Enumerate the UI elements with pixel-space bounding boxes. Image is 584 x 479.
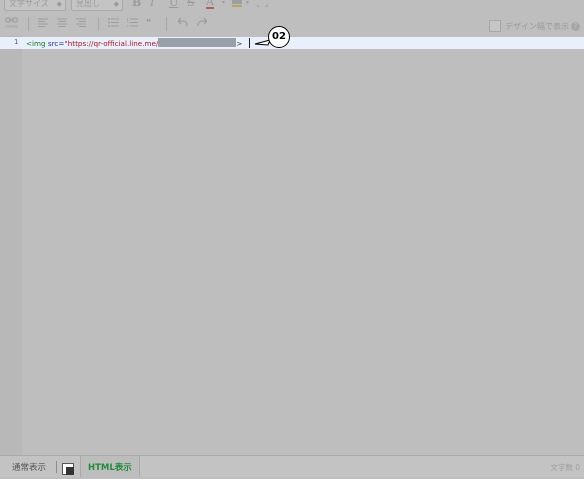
font-color-button[interactable]: A	[206, 0, 214, 9]
link-icon[interactable]	[5, 16, 19, 34]
italic-button[interactable]: I	[150, 0, 154, 9]
strikethrough-button[interactable]: S	[187, 0, 195, 9]
numbered-list-icon[interactable]	[127, 18, 138, 31]
undo-icon[interactable]	[177, 17, 188, 31]
annotation-callout: 02	[268, 26, 290, 48]
align-right-icon[interactable]	[76, 18, 86, 31]
align-center-icon[interactable]	[57, 18, 67, 31]
toolbar-divider	[28, 17, 29, 31]
underline-button[interactable]: U	[169, 0, 178, 9]
character-count: 文字数 0	[550, 463, 580, 472]
line-number-gutter	[0, 36, 22, 455]
footer-divider	[56, 461, 57, 473]
help-icon[interactable]: ?	[571, 21, 580, 31]
heading-select[interactable]: 見出し ◆	[71, 0, 123, 11]
bullet-list-icon[interactable]	[108, 18, 119, 31]
font-color-dropdown-icon[interactable]: ▾	[222, 0, 225, 9]
view-toggle-icon[interactable]	[62, 460, 74, 475]
align-left-icon[interactable]	[38, 18, 48, 31]
font-size-select-value: 文字サイズ	[9, 0, 49, 8]
line-number: 1	[14, 38, 19, 46]
design-width-toggle[interactable]: デザイン幅で表示 ?	[489, 19, 580, 33]
tab-normal-view[interactable]: 通常表示	[12, 461, 46, 473]
design-width-label: デザイン幅で表示	[505, 21, 569, 31]
code-string: "https://qr-official.line.me/	[64, 39, 159, 48]
fullscreen-icon[interactable]	[256, 0, 269, 11]
code-tag-close: >	[236, 39, 243, 48]
toolbar-row-format: 文字サイズ ◆ 見出し ◆ B I U S A ▾ ▾	[0, 0, 584, 13]
design-width-checkbox[interactable]	[489, 20, 501, 32]
highlight-color-button[interactable]	[232, 0, 242, 7]
redo-icon[interactable]	[197, 17, 208, 31]
text-cursor	[249, 38, 250, 48]
code-tag-open: <img	[26, 39, 46, 48]
editor-footer: 通常表示 HTML表示 文字数 0	[0, 455, 584, 477]
toolbar-divider	[98, 17, 99, 31]
redacted-block	[158, 38, 237, 47]
heading-select-value: 見出し	[76, 0, 100, 8]
toolbar-row-paragraph: ❝ デザイン幅で表示 ?	[0, 14, 584, 36]
bold-button[interactable]: B	[132, 0, 141, 9]
highlight-dropdown-icon[interactable]: ▾	[246, 0, 249, 9]
tab-html-label: HTML表示	[88, 463, 132, 473]
font-size-select[interactable]: 文字サイズ ◆	[4, 0, 66, 11]
toolbar-divider	[166, 17, 167, 31]
chevron-updown-icon: ◆	[113, 0, 119, 8]
tab-html-view[interactable]: HTML表示	[80, 456, 140, 477]
blockquote-icon[interactable]: ❝	[146, 17, 151, 29]
html-code-editor[interactable]	[22, 36, 584, 455]
chevron-updown-icon: ◆	[56, 0, 62, 8]
code-attribute: src=	[45, 39, 65, 48]
editor-toolbar: 文字サイズ ◆ 見出し ◆ B I U S A ▾ ▾ ❝ デザイン幅で表示 ?	[0, 0, 584, 36]
code-line[interactable]: <img src="https://qr-official.line.me/ >	[26, 38, 242, 49]
